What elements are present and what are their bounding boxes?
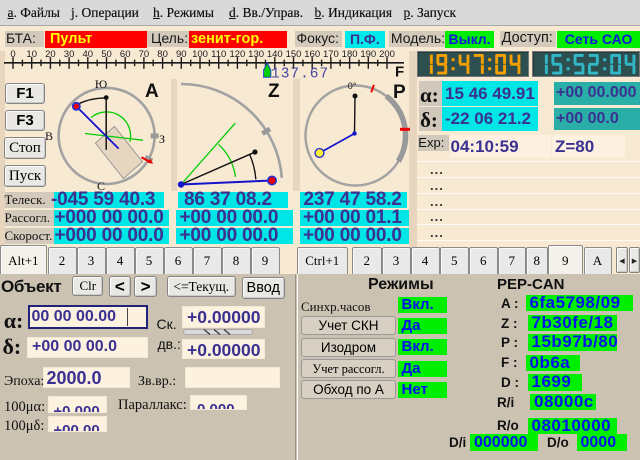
svg-text:Z: Z [268,81,280,102]
svg-text:80: 80 [157,49,168,60]
svg-text:130: 130 [248,49,264,60]
svg-text:150: 150 [286,49,302,60]
svg-text:140: 140 [267,49,283,60]
svg-text:110: 110 [211,49,226,60]
svg-text:90: 90 [176,49,187,60]
svg-text:70: 70 [139,49,150,60]
svg-text:0: 0 [10,49,15,60]
svg-text:Ю: Ю [95,77,107,91]
svg-text:30: 30 [64,49,75,60]
svg-text:190: 190 [360,49,376,60]
svg-text:170: 170 [323,49,339,60]
svg-text:20: 20 [45,49,56,60]
svg-text:З: З [159,132,165,146]
svg-text:A: A [145,81,159,102]
svg-text:P: P [393,82,406,103]
svg-text:100: 100 [192,49,208,60]
svg-text:F: F [395,64,404,81]
svg-text:120: 120 [229,49,245,60]
svg-text:60: 60 [120,49,131,60]
svg-text:40: 40 [83,49,94,60]
svg-text:10: 10 [26,49,37,60]
svg-text:В: В [45,129,53,143]
svg-text:137.67: 137.67 [271,67,329,83]
svg-text:50: 50 [101,49,112,60]
svg-text:160: 160 [304,49,320,60]
svg-text:0°: 0° [348,81,357,91]
svg-text:180: 180 [342,49,358,60]
svg-text:200: 200 [379,49,395,60]
